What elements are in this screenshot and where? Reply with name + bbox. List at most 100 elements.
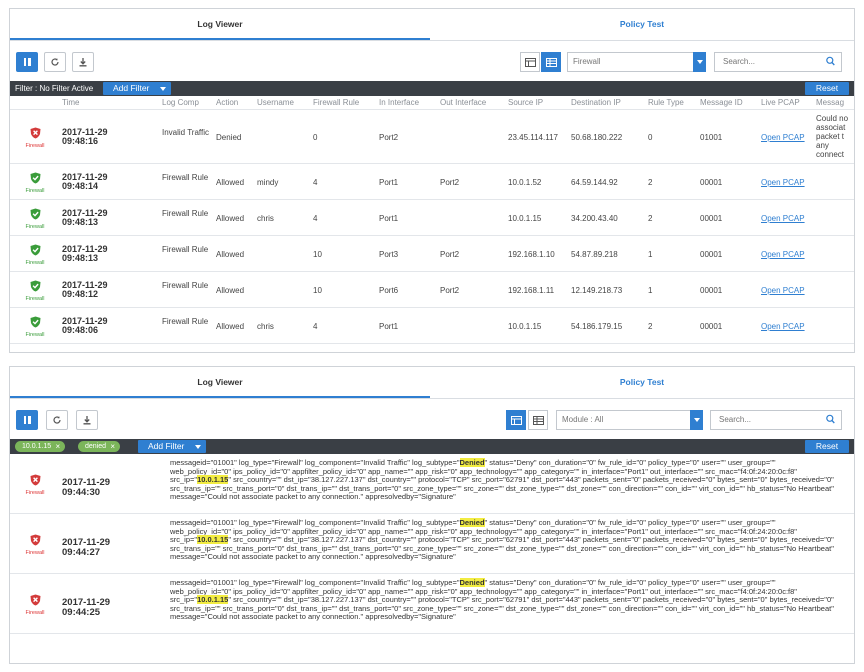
- module-select[interactable]: Firewall: [567, 52, 706, 72]
- col-destination-ip[interactable]: Destination IP: [571, 96, 621, 110]
- firewall-denied-icon: Firewall: [24, 534, 46, 556]
- log-entry[interactable]: Firewall 2017-11-29 09:44:27 messageid="010…: [10, 514, 854, 574]
- refresh-icon: [53, 416, 61, 424]
- download-button[interactable]: [76, 410, 98, 430]
- tab-policy-test[interactable]: Policy Test: [430, 9, 854, 40]
- filter-chip-denied[interactable]: denied ×: [78, 441, 121, 452]
- open-pcap-link[interactable]: Open PCAP: [761, 133, 805, 142]
- grid-view-button[interactable]: [541, 52, 561, 72]
- reset-button[interactable]: Reset: [805, 440, 849, 453]
- message-id-cell: 00001: [700, 250, 723, 259]
- username-cell: chris: [257, 322, 274, 331]
- rule-type-cell: 2: [648, 322, 653, 331]
- search-box[interactable]: [714, 52, 842, 72]
- col-username[interactable]: Username: [257, 96, 294, 110]
- open-pcap-link[interactable]: Open PCAP: [761, 286, 805, 295]
- icon-label: Firewall: [25, 490, 45, 496]
- search-input[interactable]: [723, 57, 813, 66]
- table-row[interactable]: Firewall 2017-11-29 09:48:13 Firewall Rule A…: [10, 200, 854, 236]
- in-interface-cell: Port2: [379, 133, 399, 142]
- col-source-ip[interactable]: Source IP: [508, 96, 543, 110]
- search-icon[interactable]: [826, 56, 835, 67]
- col-firewall-rule[interactable]: Firewall Rule: [313, 96, 359, 110]
- log-viewer-panel-detail: Log Viewer Policy Test Module : All 10.0…: [9, 366, 855, 664]
- firewall-allowed-icon: Firewall: [24, 244, 46, 266]
- open-pcap-link[interactable]: Open PCAP: [761, 214, 805, 223]
- action-cell: Denied: [216, 133, 242, 142]
- table-view-icon: [524, 57, 536, 67]
- search-input[interactable]: [719, 415, 809, 424]
- table-view-icon: [510, 415, 522, 425]
- table-row[interactable]: Firewall 2017-11-29 09:48:12 Firewall Rule A…: [10, 272, 854, 308]
- rule-type-cell: 1: [648, 250, 653, 259]
- detail-view-button[interactable]: [506, 410, 526, 430]
- source-ip-cell: 23.45.114.117: [508, 133, 558, 142]
- download-button[interactable]: [72, 52, 94, 72]
- icon-label: Firewall: [25, 610, 45, 616]
- search-box[interactable]: [710, 410, 842, 430]
- log-text: " src_country="" dst_ip="38.127.227.137"…: [170, 595, 834, 621]
- refresh-button[interactable]: [46, 410, 68, 430]
- pause-button[interactable]: [16, 52, 38, 72]
- tab-log-viewer[interactable]: Log Viewer: [10, 367, 430, 398]
- col-in-interface[interactable]: In Interface: [379, 96, 419, 110]
- module-select-value: Module : All: [562, 415, 604, 424]
- log-text: " src_country="" dst_ip="38.127.227.137"…: [170, 475, 834, 501]
- col-action[interactable]: Action: [216, 96, 238, 110]
- download-icon: [79, 58, 87, 67]
- chevron-down-icon[interactable]: [693, 52, 706, 72]
- detail-view-button[interactable]: [520, 52, 540, 72]
- table-row[interactable]: Firewall 2017-11-29 09:48:06 Firewall Rule A…: [10, 308, 854, 344]
- chevron-down-icon[interactable]: [690, 410, 703, 430]
- firewall-rule-cell: 4: [313, 178, 318, 187]
- filter-status: Filter : No Filter Active: [15, 84, 94, 93]
- table-row[interactable]: Firewall 2017-11-29 09:48:16 Invalid Traffi…: [10, 110, 854, 164]
- action-cell: Allowed: [216, 286, 245, 295]
- module-select[interactable]: Module : All: [556, 410, 703, 430]
- close-icon[interactable]: ×: [110, 441, 115, 452]
- search-icon[interactable]: [826, 414, 835, 425]
- destination-ip-cell: 12.149.218.73: [571, 286, 623, 295]
- rule-type-cell: 0: [648, 133, 653, 142]
- refresh-button[interactable]: [44, 52, 66, 72]
- close-icon[interactable]: ×: [56, 441, 61, 452]
- log-entry[interactable]: Firewall 2017-11-29 09:44:30 messageid="010…: [10, 454, 854, 514]
- firewall-denied-icon: Firewall: [24, 474, 46, 496]
- col-out-interface[interactable]: Out Interface: [440, 96, 486, 110]
- col-time[interactable]: Time: [62, 96, 79, 110]
- col-log-comp[interactable]: Log Comp: [162, 96, 199, 110]
- grid-view-button[interactable]: [528, 410, 548, 430]
- tab-log-viewer[interactable]: Log Viewer: [10, 9, 430, 40]
- out-interface-cell: Port2: [440, 250, 460, 259]
- tab-bar: Log Viewer Policy Test: [10, 9, 854, 41]
- source-ip-cell: 192.168.1.10: [508, 250, 555, 259]
- open-pcap-link[interactable]: Open PCAP: [761, 322, 805, 331]
- log-entry[interactable]: Firewall 2017-11-29 09:44:25 messageid="010…: [10, 574, 854, 634]
- add-filter-button[interactable]: Add Filter: [103, 82, 172, 95]
- filter-chip-ip[interactable]: 10.0.1.15 ×: [15, 441, 66, 452]
- reset-button[interactable]: Reset: [805, 82, 849, 95]
- icon-label: Firewall: [25, 550, 45, 556]
- source-ip-cell: 10.0.1.15: [508, 214, 542, 223]
- time-cell: 2017-11-29 09:48:06: [62, 317, 108, 335]
- tab-policy-test[interactable]: Policy Test: [430, 367, 854, 398]
- time-cell: 2017-11-29 09:44:25: [62, 598, 110, 617]
- action-cell: Allowed: [216, 250, 245, 259]
- col-message-id[interactable]: Message ID: [700, 96, 743, 110]
- pause-button[interactable]: [16, 410, 38, 430]
- log-comp-cell: Firewall Rule: [162, 245, 209, 254]
- out-interface-cell: Port2: [440, 178, 460, 187]
- firewall-rule-cell: 10: [313, 286, 322, 295]
- open-pcap-link[interactable]: Open PCAP: [761, 178, 805, 187]
- raw-log-message: messageid="01001" log_type="Firewall" lo…: [170, 578, 834, 622]
- col-message[interactable]: Messag: [816, 96, 844, 110]
- message-id-cell: 00001: [700, 322, 723, 331]
- source-ip-cell: 10.0.1.15: [508, 322, 542, 331]
- table-row[interactable]: Firewall 2017-11-29 09:48:14 Firewall Rule A…: [10, 164, 854, 200]
- log-comp-cell: Invalid Traffic: [162, 128, 209, 137]
- add-filter-button[interactable]: Add Filter: [138, 440, 207, 453]
- col-live-pcap[interactable]: Live PCAP: [761, 96, 800, 110]
- col-rule-type[interactable]: Rule Type: [648, 96, 684, 110]
- open-pcap-link[interactable]: Open PCAP: [761, 250, 805, 259]
- table-row[interactable]: Firewall 2017-11-29 09:48:13 Firewall Rule A…: [10, 236, 854, 272]
